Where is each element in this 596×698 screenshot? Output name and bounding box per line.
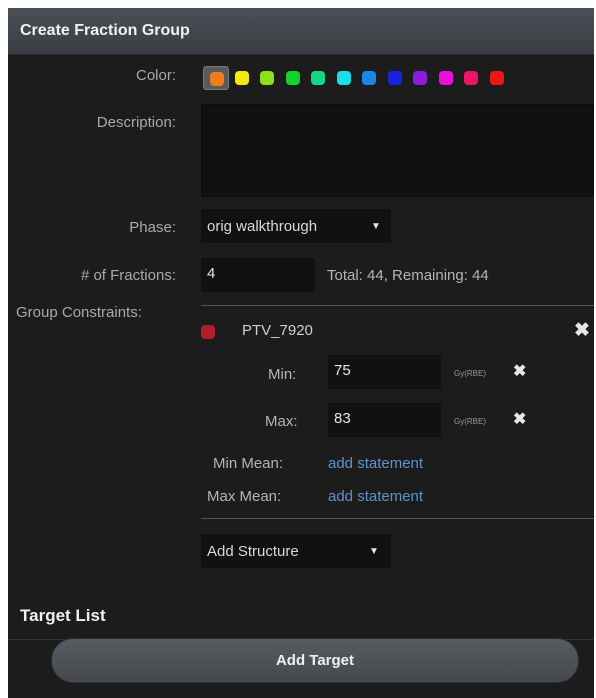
add-target-button[interactable]: Add Target xyxy=(51,638,579,683)
color-swatch xyxy=(210,72,224,86)
max-unit: Gy(RBE) xyxy=(454,417,486,426)
fractions-summary: Total: 44, Remaining: 44 xyxy=(327,267,489,284)
divider xyxy=(201,518,594,519)
panel-header: Create Fraction Group xyxy=(8,8,594,55)
color-swatch xyxy=(311,71,325,85)
min-input[interactable]: 75 xyxy=(328,355,441,389)
target-list-section: Target List xyxy=(8,600,594,640)
color-swatch-option[interactable] xyxy=(229,66,255,90)
color-swatch xyxy=(234,71,249,85)
remove-structure-icon[interactable]: ✖ xyxy=(574,321,590,340)
color-swatch xyxy=(464,71,478,85)
description-field[interactable] xyxy=(201,104,594,197)
min-mean-label: Min Mean: xyxy=(213,455,284,472)
max-mean-label: Max Mean: xyxy=(207,488,282,505)
color-swatch xyxy=(489,71,504,85)
color-swatch-option[interactable] xyxy=(203,66,229,90)
structure-name: PTV_7920 xyxy=(242,322,313,339)
description-label: Description: xyxy=(96,114,176,131)
min-unit: Gy(RBE) xyxy=(454,369,486,378)
divider xyxy=(201,305,594,306)
color-label: Color: xyxy=(135,67,176,84)
remove-min-icon[interactable]: ✖ xyxy=(513,364,526,380)
color-swatch xyxy=(413,71,427,85)
color-swatch xyxy=(387,71,402,85)
min-mean-add-statement-link[interactable]: add statement xyxy=(328,455,423,472)
max-label: Max: xyxy=(265,413,298,430)
fractions-input[interactable]: 4 xyxy=(201,258,315,292)
target-list-title: Target List xyxy=(20,606,106,625)
color-swatch-option[interactable] xyxy=(407,66,433,90)
color-swatch xyxy=(336,71,351,85)
color-swatch-option[interactable] xyxy=(254,66,280,90)
max-input[interactable]: 83 xyxy=(328,403,441,437)
color-swatch-option[interactable] xyxy=(458,66,484,90)
color-swatch-option[interactable] xyxy=(305,66,331,90)
color-swatch-option[interactable] xyxy=(484,66,510,90)
max-mean-add-statement-link[interactable]: add statement xyxy=(328,488,423,505)
chevron-down-icon: ▼ xyxy=(369,546,379,557)
color-swatch xyxy=(285,71,300,85)
min-label: Min: xyxy=(268,366,297,383)
color-swatch-option[interactable] xyxy=(382,66,408,90)
fractions-label: # of Fractions: xyxy=(80,267,176,284)
add-structure-label: Add Structure xyxy=(207,543,299,560)
chevron-down-icon: ▼ xyxy=(371,221,381,232)
add-structure-select[interactable]: Add Structure ▼ xyxy=(201,534,391,568)
color-swatch-option[interactable] xyxy=(280,66,306,90)
phase-select-value: orig walkthrough xyxy=(207,218,318,235)
color-swatch-option[interactable] xyxy=(331,66,357,90)
color-swatch xyxy=(438,71,453,85)
color-swatch xyxy=(362,71,376,85)
structure-color-swatch xyxy=(201,325,215,339)
remove-max-icon[interactable]: ✖ xyxy=(513,412,526,428)
phase-label: Phase: xyxy=(129,219,176,236)
create-fraction-group-panel: Create Fraction Group Color: Description… xyxy=(8,8,594,698)
phase-select[interactable]: orig walkthrough ▼ xyxy=(201,209,391,243)
color-swatch-option[interactable] xyxy=(433,66,459,90)
group-constraints-label: Group Constraints: xyxy=(16,304,142,321)
color-swatch xyxy=(260,71,274,85)
color-swatch-option[interactable] xyxy=(356,66,382,90)
panel-title: Create Fraction Group xyxy=(20,22,190,39)
